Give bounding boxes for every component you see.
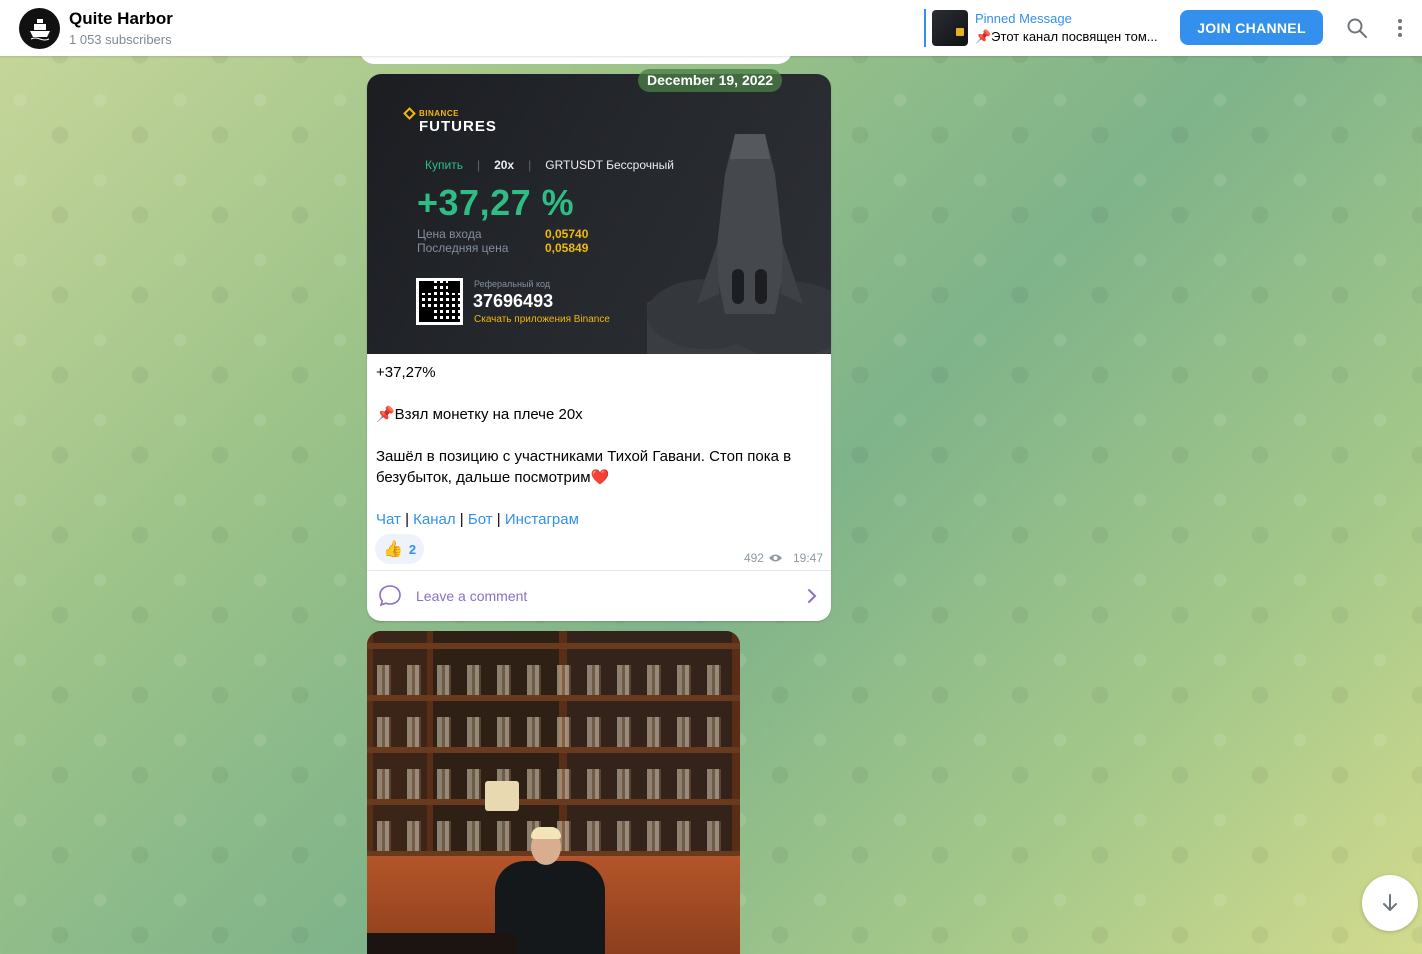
more-vertical-icon[interactable] bbox=[1388, 16, 1412, 40]
reaction-thumbs-up[interactable]: 👍 2 bbox=[375, 534, 425, 564]
comment-bubble-icon bbox=[379, 585, 401, 607]
chat-header: Quite Harbor 1 053 subscribers Pinned Me… bbox=[0, 0, 1422, 56]
post-time: 19:47 bbox=[792, 551, 823, 565]
qr-code bbox=[416, 278, 463, 325]
ship-logo-icon bbox=[29, 18, 50, 40]
trade-pair: GRTUSDT Бессрочный bbox=[545, 158, 674, 172]
reaction-count: 2 bbox=[408, 541, 417, 557]
post-line-pnl: +37,27% bbox=[376, 364, 436, 381]
rocket-graphic bbox=[647, 134, 831, 354]
last-price-value: 0,05849 bbox=[545, 241, 589, 255]
thumbs-up-icon: 👍 bbox=[383, 541, 403, 558]
arrow-down-icon bbox=[1383, 894, 1397, 911]
divider: | bbox=[528, 158, 532, 172]
pinned-thumbnail bbox=[932, 10, 968, 46]
leave-comment-label: Leave a comment bbox=[416, 588, 528, 604]
link-instagram[interactable]: Инстаграм bbox=[505, 511, 579, 528]
search-icon[interactable] bbox=[1345, 16, 1369, 40]
binance-logo: BINANCE bbox=[403, 107, 459, 120]
chevron-right-icon bbox=[808, 589, 817, 603]
table bbox=[367, 933, 517, 954]
scroll-to-bottom-button[interactable] bbox=[1362, 875, 1418, 931]
referral-download-text: Скачать приложения Binance bbox=[474, 314, 610, 325]
pnl-percent: +37,27 % bbox=[417, 182, 575, 223]
entry-price-value: 0,05740 bbox=[545, 227, 589, 241]
link-bot[interactable]: Бот bbox=[468, 511, 493, 528]
pinned-preview: 📌Этот канал посвящен том... bbox=[975, 29, 1158, 44]
person-hair bbox=[531, 827, 561, 839]
binance-wordmark: BINANCE bbox=[419, 109, 459, 118]
channel-title[interactable]: Quite Harbor bbox=[69, 9, 173, 29]
referral-code: 37696493 bbox=[473, 291, 554, 311]
trade-info-row: Купить | 20x | GRTUSDT Бессрочный bbox=[425, 158, 674, 172]
post-meta: 492 19:47 bbox=[744, 551, 823, 565]
futures-wordmark: FUTURES bbox=[419, 118, 497, 135]
entry-price-label: Цена входа bbox=[417, 227, 482, 241]
referral-label: Реферальный код bbox=[474, 279, 551, 289]
post-text: +37,27% 📌Взял монетку на плече 20х Зашёл… bbox=[367, 354, 831, 530]
pinned-title: Pinned Message bbox=[975, 11, 1072, 26]
books bbox=[377, 651, 730, 851]
channel-post: BINANCE FUTURES Купить | 20x | GRTUSDT Б… bbox=[367, 74, 831, 621]
post-image[interactable]: BINANCE FUTURES Купить | 20x | GRTUSDT Б… bbox=[367, 74, 831, 354]
link-chat[interactable]: Чат bbox=[376, 511, 401, 528]
date-separator: December 19, 2022 bbox=[638, 69, 783, 92]
pinned-message[interactable]: Pinned Message 📌Этот канал посвящен том.… bbox=[924, 9, 1170, 47]
binance-diamond-icon bbox=[403, 107, 416, 120]
last-price-label: Последняя цена bbox=[417, 241, 509, 255]
post-line-leverage: 📌Взял монетку на плече 20х bbox=[376, 406, 583, 423]
leave-comment-button[interactable]: Leave a comment bbox=[367, 570, 831, 621]
divider: | bbox=[476, 158, 481, 172]
trade-side: Купить bbox=[425, 158, 463, 172]
link-channel[interactable]: Канал bbox=[413, 511, 455, 528]
trade-leverage: 20x bbox=[494, 158, 515, 172]
post-links: Чат | Канал | Бот | Инстаграм bbox=[376, 511, 579, 528]
channel-avatar[interactable] bbox=[19, 8, 60, 49]
photo-post[interactable] bbox=[367, 631, 740, 954]
subscriber-count: 1 053 subscribers bbox=[69, 32, 172, 47]
post-line-description: Зашёл в позицию с участниками Тихой Гава… bbox=[376, 448, 792, 486]
join-channel-button[interactable]: JOIN CHANNEL bbox=[1180, 10, 1323, 45]
eye-icon bbox=[768, 554, 782, 562]
view-count: 492 bbox=[743, 551, 764, 565]
lamp bbox=[485, 781, 519, 811]
